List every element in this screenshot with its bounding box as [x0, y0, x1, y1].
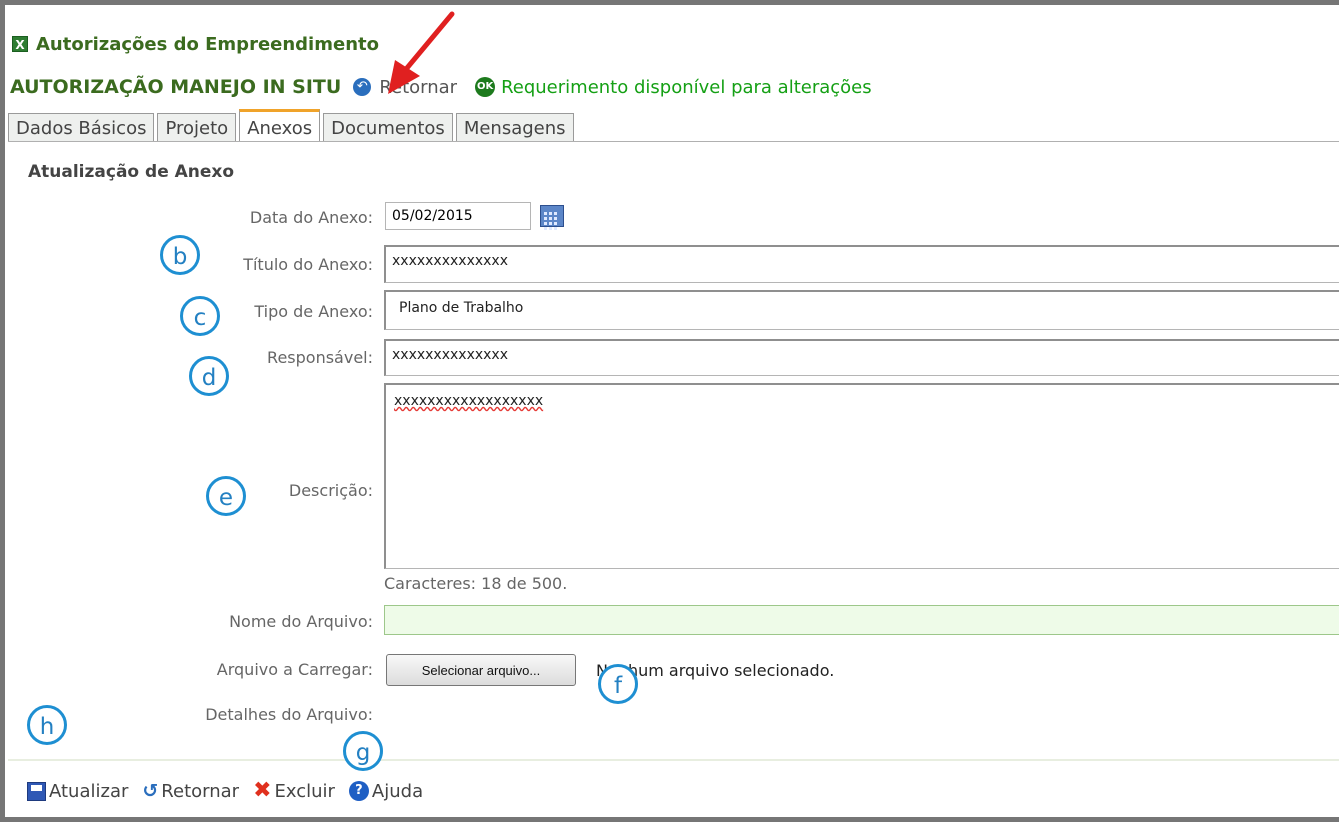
footer-divider	[8, 759, 1339, 761]
page-header-title: Autorizações do Empreendimento	[36, 33, 379, 55]
type-select[interactable]: Plano de Trabalho	[384, 290, 1339, 330]
callout-e: e	[206, 476, 246, 516]
upload-label: Arquivo a Carregar:	[216, 660, 373, 679]
tab-divider	[8, 141, 1339, 142]
tab-dados-basicos[interactable]: Dados Básicos	[8, 113, 155, 142]
help-label: Ajuda	[371, 780, 424, 802]
delete-label: Excluir	[274, 780, 335, 802]
page-header: X Autorizações do Empreendimento	[12, 33, 379, 55]
callout-d: d	[189, 356, 229, 396]
callout-b: b	[160, 235, 200, 275]
red-arrow-annotation	[388, 11, 455, 94]
help-button[interactable]: ? Ajuda	[348, 780, 424, 802]
calendar-icon[interactable]	[540, 205, 564, 230]
responsible-input[interactable]: xxxxxxxxxxxxxx	[384, 339, 1339, 376]
date-label: Data do Anexo:	[249, 208, 373, 227]
delete-x-icon: ✖	[253, 778, 272, 803]
action-bar: Atualizar ↺ Retornar ✖ Excluir ? Ajuda	[27, 776, 433, 806]
type-label: Tipo de Anexo:	[254, 302, 373, 321]
filename-input[interactable]	[384, 605, 1339, 635]
file-details-label: Detalhes do Arquivo:	[205, 705, 373, 724]
callout-h: h	[27, 705, 67, 745]
callout-g: g	[343, 731, 383, 771]
ok-status-icon: OK	[475, 77, 496, 97]
tab-mensagens[interactable]: Mensagens	[455, 113, 574, 142]
description-text: xxxxxxxxxxxxxxxxxx	[394, 393, 544, 409]
select-file-button[interactable]: Selecionar arquivo...	[386, 654, 576, 686]
title-label: Título do Anexo:	[243, 255, 373, 274]
status-message: Requerimento disponível para alterações	[501, 76, 872, 98]
description-textarea[interactable]: xxxxxxxxxxxxxxxxxx	[384, 383, 1339, 569]
return-label: Retornar	[161, 780, 240, 802]
tab-bar: Dados Básicos Projeto Anexos Documentos …	[8, 109, 577, 142]
save-icon	[27, 781, 46, 801]
description-label: Descrição:	[288, 481, 373, 500]
form-title: Atualização de Anexo	[28, 162, 235, 182]
authorization-title: AUTORIZAÇÃO MANEJO IN SITU	[10, 76, 342, 98]
tab-anexos[interactable]: Anexos	[239, 109, 321, 142]
return-button[interactable]: ↺ Retornar	[142, 780, 239, 802]
callout-f: f	[598, 664, 638, 704]
delete-button[interactable]: ✖ Excluir	[253, 778, 335, 803]
update-label: Atualizar	[49, 780, 129, 802]
character-count: Caracteres: 18 de 500.	[384, 574, 568, 593]
responsible-label: Responsável:	[267, 348, 373, 367]
title-input[interactable]: xxxxxxxxxxxxxx	[384, 245, 1339, 283]
update-button[interactable]: Atualizar	[27, 781, 128, 802]
excel-icon[interactable]: X	[12, 36, 28, 52]
return-icon[interactable]: ↶	[353, 78, 372, 96]
callout-c: c	[180, 296, 220, 336]
tab-projeto[interactable]: Projeto	[157, 113, 237, 142]
filename-label: Nome do Arquivo:	[229, 612, 373, 631]
date-input[interactable]	[385, 202, 531, 230]
tab-documentos[interactable]: Documentos	[323, 113, 453, 142]
help-icon: ?	[348, 781, 369, 801]
return-arrow-icon: ↺	[142, 780, 159, 802]
